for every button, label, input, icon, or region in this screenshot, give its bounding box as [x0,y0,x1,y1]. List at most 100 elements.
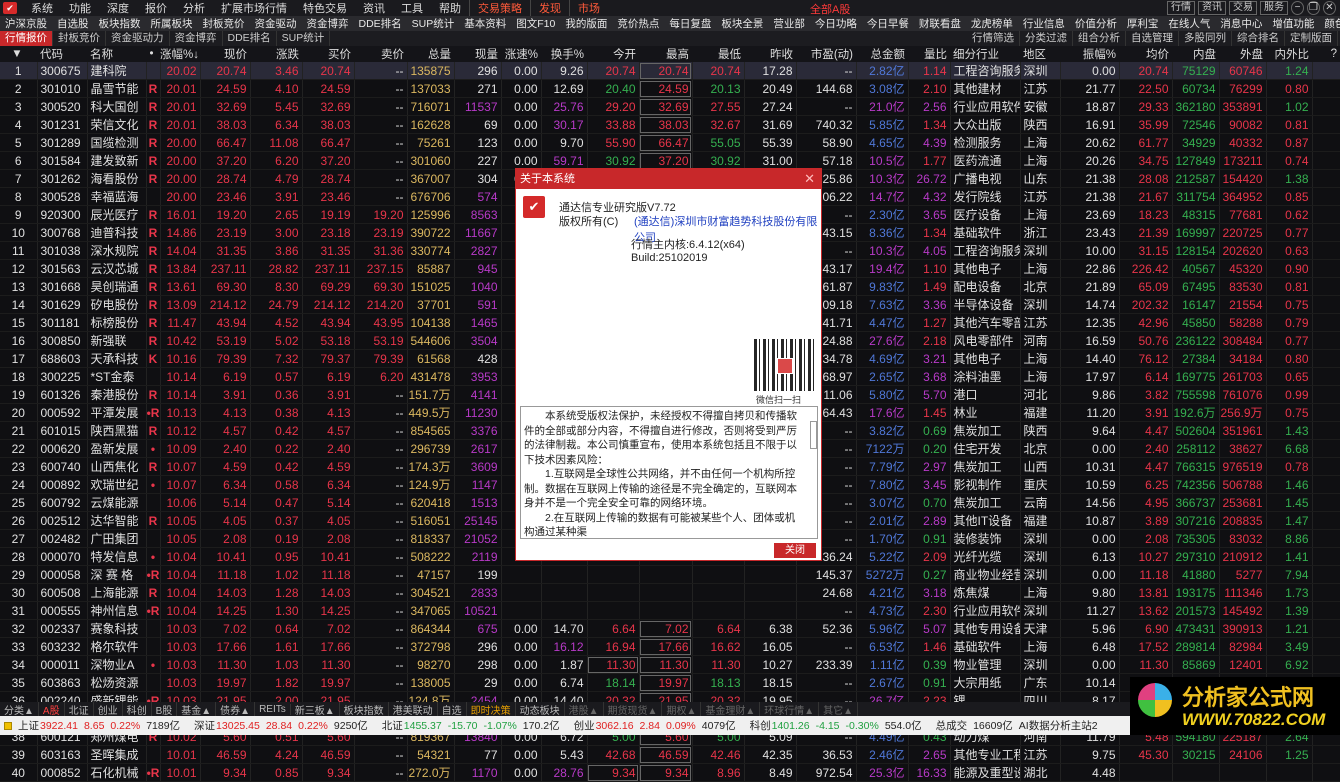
cell-code[interactable]: 300528 [37,187,88,206]
cell-code[interactable]: 000070 [37,547,88,566]
cell-name[interactable]: 平潭发展 [87,403,147,422]
minimize-icon[interactable]: − [1291,1,1304,15]
header-amount[interactable]: 总金额 [856,46,908,62]
cell-col-menu[interactable]: 22 [0,439,38,458]
cell-code[interactable]: 301262 [37,169,88,188]
cell-code[interactable]: 301563 [37,259,88,278]
header-ask[interactable]: 卖价 [354,46,407,62]
market-tab[interactable]: A股 [39,701,65,717]
tab-0[interactable]: 行情报价 [0,31,53,46]
cell-col-menu[interactable]: 28 [0,547,38,566]
cell-code[interactable]: 688603 [37,349,88,368]
nav-link[interactable]: 资金驱动 [250,16,302,31]
cell-col-menu[interactable]: 27 [0,529,38,548]
table-row[interactable]: 33 603232 格尔软件 10.03 17.66 1.61 17.66 -- 372798 2… [0,637,1340,656]
cell-code[interactable]: 600740 [37,457,88,476]
nav-link[interactable]: 基本资料 [459,16,511,31]
menu-item[interactable]: 系统 [23,0,61,16]
cell-code[interactable]: 603163 [37,745,88,764]
cell-col-menu[interactable]: 10 [0,223,38,242]
cell-code[interactable]: 601015 [37,421,88,440]
header-col-menu[interactable]: ▼ [0,46,37,62]
close-button[interactable]: 关闭 [774,543,816,558]
cell-name[interactable]: 广田集团 [87,529,147,548]
header-outer-vol[interactable]: 外盘 [1219,46,1266,62]
cell-col-menu[interactable]: 1 [0,62,38,80]
cell-col-menu[interactable]: 4 [0,115,38,134]
table-row[interactable]: 29 000058 深 赛 格 •R 10.04 11.18 1.02 11.18 -- 4715… [0,565,1340,584]
nav-link[interactable]: 板块指数 [94,16,146,31]
cell-name[interactable]: 建科院 [87,62,147,80]
table-row[interactable]: 39 603163 圣晖集成 10.01 46.59 4.24 46.59 -- 54321 77… [0,745,1340,764]
cell-col-menu[interactable]: 30 [0,583,38,602]
tab-3[interactable]: 资金博弈 [170,31,223,46]
table-row[interactable]: 40 000852 石化机械 •R 10.01 9.34 0.85 9.34 -- 272.0万 1… [0,763,1340,782]
menu-item[interactable]: 工具 [393,0,431,16]
cell-code[interactable]: 002482 [37,529,88,548]
cell-name[interactable]: 盈新发展 [87,439,147,458]
cell-col-menu[interactable]: 19 [0,385,38,404]
nav-link[interactable]: 今日功略 [810,16,862,31]
header-help[interactable]: ? [1312,46,1340,62]
cell-col-menu[interactable]: 15 [0,313,38,332]
cell-code[interactable]: 301289 [37,133,88,152]
nav-link[interactable]: DDE排名 [354,16,407,31]
cell-code[interactable]: 301584 [37,151,88,170]
nav-link[interactable]: 增值功能 [1267,16,1319,31]
tool-tab[interactable]: 组合分析 [1073,31,1126,46]
cell-name[interactable]: 新强联 [87,331,147,350]
cell-name[interactable]: 晶雪节能 [87,79,147,98]
restore-icon[interactable]: ❐ [1307,1,1320,15]
tab-1[interactable]: 封板竞价 [53,31,106,46]
table-row[interactable]: 31 000555 神州信息 •R 10.04 14.25 1.30 14.25 -- 34706… [0,601,1340,620]
market-tab[interactable]: 环球行情▲ [760,701,820,717]
nav-link[interactable]: 消息中心 [1215,16,1267,31]
nav-link[interactable]: 封板竞价 [198,16,250,31]
cell-col-menu[interactable]: 21 [0,421,38,440]
cell-col-menu[interactable]: 5 [0,133,38,152]
index-name[interactable]: 北证 [382,718,403,733]
nav-link[interactable]: 行业信息 [1018,16,1070,31]
nav-link[interactable]: 龙虎榜单 [966,16,1018,31]
cell-code[interactable]: 002512 [37,511,88,530]
market-tab[interactable]: 自选 [438,701,467,717]
tab-5[interactable]: SUP统计 [277,31,331,46]
nav-link[interactable]: 竞价热点 [612,16,664,31]
cell-name[interactable]: 石化机械 [87,763,147,782]
cell-code[interactable]: 300850 [37,331,88,350]
header-pe[interactable]: 市盈(动) [796,46,856,62]
cell-name[interactable]: 深物业A [87,655,147,674]
cell-col-menu[interactable]: 23 [0,457,38,476]
table-row[interactable]: 2 301010 晶雪节能 R 20.01 24.59 4.10 24.59 -- 137033 2… [0,79,1340,98]
cell-code[interactable]: 301668 [37,277,88,296]
cell-name[interactable]: 天承科技 [87,349,147,368]
cell-name[interactable]: 深水规院 [87,241,147,260]
cell-name[interactable]: 国缆检测 [87,133,147,152]
cell-col-menu[interactable]: 34 [0,655,38,674]
server-name[interactable]: AI数据分析主站2 [1019,718,1098,733]
cell-code[interactable]: 300520 [37,97,88,116]
tab-4[interactable]: DDE排名 [223,31,277,46]
cell-col-menu[interactable]: 9 [0,205,38,224]
cell-col-menu[interactable]: 35 [0,673,38,692]
header-industry[interactable]: 细分行业 [950,46,1020,62]
cell-col-menu[interactable]: 17 [0,349,38,368]
header-inner-vol[interactable]: 内盘 [1172,46,1219,62]
nav-link[interactable]: 资金博弈 [302,16,354,31]
cell-name[interactable]: 达华智能 [87,511,147,530]
market-tab[interactable]: 动态板块 [516,701,565,717]
cell-code[interactable]: 301010 [37,79,88,98]
header-volume[interactable]: 总量 [407,46,454,62]
table-row[interactable]: 6 301584 建发致新 R 20.00 37.20 6.20 37.20 -- 301060 2… [0,151,1340,170]
market-tab[interactable]: 北证 [65,701,94,717]
market-tab[interactable]: REITs [255,703,291,715]
cell-code[interactable]: 000011 [37,655,88,674]
cell-col-menu[interactable]: 6 [0,151,38,170]
close-window-icon[interactable]: ✕ [1323,1,1336,15]
index-name[interactable]: 深证 [194,718,215,733]
cell-code[interactable]: 300675 [37,62,88,80]
nav-link[interactable]: 沪深京股 [0,16,52,31]
cell-code[interactable]: 603232 [37,637,88,656]
cell-name[interactable]: 秦港股份 [87,385,147,404]
cell-code[interactable]: 000555 [37,601,88,620]
